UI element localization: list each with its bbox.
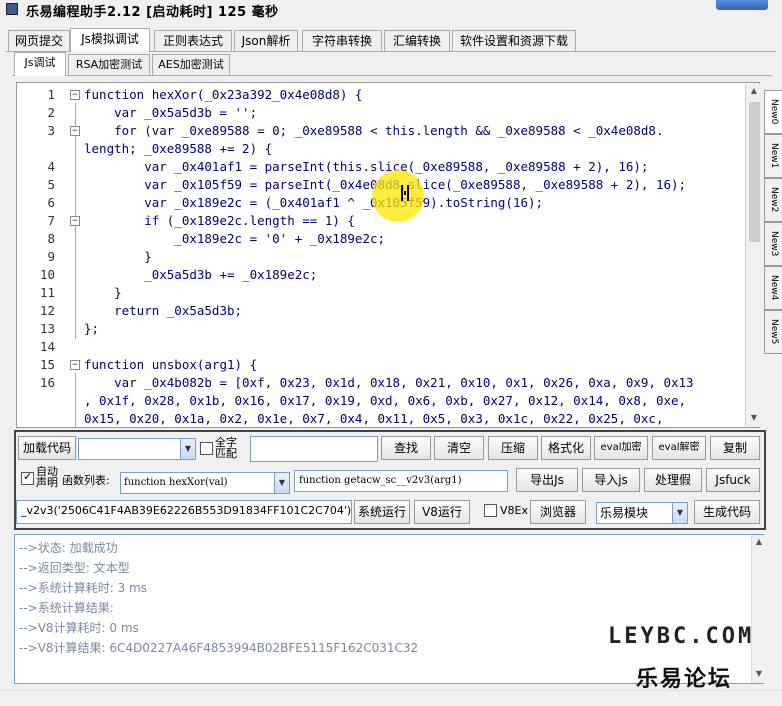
code-line: 9 } xyxy=(47,249,152,264)
side-tab-new2[interactable]: New2 xyxy=(764,178,782,222)
code-line: 16 var _0x4b082b = [0xf, 0x23, 0x1d, 0x1… xyxy=(39,375,694,390)
code-line: 14 xyxy=(39,339,55,354)
tab-regex[interactable]: 正则表达式 xyxy=(154,30,232,52)
v8ex-checkbox[interactable] xyxy=(484,504,497,517)
output-line: -->系统计算耗时: 3 ms xyxy=(19,581,147,595)
code-line: 10 _0x5a5d3b += _0x189e2c; xyxy=(39,267,318,282)
full-match-label: 全字匹配 xyxy=(215,436,237,460)
title-bar: 乐易编程助手2.12 [启动耗时] 125 毫秒 xyxy=(0,0,782,20)
clear-button[interactable]: 清空 xyxy=(434,436,484,460)
eval-encrypt-button[interactable]: eval加密 xyxy=(594,436,648,460)
text-cursor-icon xyxy=(401,185,409,201)
system-run-button[interactable]: 系统运行 xyxy=(354,500,410,524)
compress-button[interactable]: 压缩 xyxy=(488,436,538,460)
code-line: 4 var _0x401af1 = parseInt(this.slice(_0… xyxy=(47,159,649,174)
side-tab-new5[interactable]: New5 xyxy=(764,310,782,354)
format-button[interactable]: 格式化 xyxy=(541,436,591,460)
tab-rsa[interactable]: RSA加密测试 xyxy=(68,54,150,76)
full-match-checkbox[interactable] xyxy=(200,442,213,455)
copy-button[interactable]: 复制 xyxy=(710,436,760,460)
code-line: 1− function hexXor(_0x23a392_0x4e08d8) { xyxy=(47,87,363,102)
output-scrollbar[interactable]: ▲ ▼ xyxy=(751,535,764,683)
browser-button[interactable]: 浏览器 xyxy=(530,500,586,524)
fold-toggle-icon[interactable]: − xyxy=(70,90,80,100)
watermark-forum: 乐易论坛 xyxy=(636,667,733,692)
output-line: -->状态: 加载成功 xyxy=(19,541,118,555)
code-line: 12 return _0x5a5d3b; xyxy=(39,303,243,318)
code-line: 8 _0x189e2c = '0' + _0x189e2c; xyxy=(47,231,386,246)
function-list-select[interactable]: function hexXor(val) ▼ xyxy=(120,472,290,494)
search-input[interactable] xyxy=(250,436,378,462)
expression-input[interactable]: _v2v3('2506C41F4AB39E62226B553D91834FF10… xyxy=(16,500,352,524)
code-select[interactable]: ▼ xyxy=(78,438,196,460)
tab-settings[interactable]: 软件设置和资源下载 xyxy=(452,30,576,52)
side-tab-new0[interactable]: New0 xyxy=(764,90,782,134)
code-line: 13}; xyxy=(39,321,100,336)
output-line: -->系统计算结果: xyxy=(19,601,114,615)
module-select[interactable]: 乐易模块 ▼ xyxy=(596,502,688,524)
dropdown-icon: ▼ xyxy=(180,439,195,459)
export-js-button[interactable]: 导出Js xyxy=(516,468,578,492)
auto-declare-label: 自动声明 xyxy=(36,465,58,489)
window-title: 乐易编程助手2.12 [启动耗时] 125 毫秒 xyxy=(26,5,279,20)
code-line: 3− for (var _0xe89588 = 0; _0xe89588 < t… xyxy=(47,123,664,138)
import-js-button[interactable]: 导入js xyxy=(582,468,640,492)
code-line: 11 } xyxy=(39,285,122,300)
subtab-divider xyxy=(12,75,772,76)
code-lines: 1− function hexXor(_0x23a392_0x4e08d8) { … xyxy=(17,86,747,427)
cursor-highlight xyxy=(372,170,424,222)
tab-js-test[interactable]: Js调试 xyxy=(14,52,66,76)
scroll-down-icon[interactable]: ▼ xyxy=(753,669,765,681)
auto-declare-checkbox[interactable] xyxy=(21,470,34,485)
function-call-input[interactable]: function getacw_sc__v2v3(arg1) xyxy=(294,470,508,492)
fold-toggle-icon[interactable]: − xyxy=(70,126,80,136)
code-line: length; _0xe89588 += 2) { xyxy=(84,141,273,156)
generate-code-button[interactable]: 生成代码 xyxy=(694,500,760,524)
tab-web-submit[interactable]: 网页提交 xyxy=(8,30,70,52)
watermark-site: LEYBC.COM xyxy=(608,624,755,649)
tab-string-convert[interactable]: 字符串转换 xyxy=(302,30,382,52)
v8ex-label: V8Ex xyxy=(500,504,528,517)
tab-json[interactable]: Json解析 xyxy=(234,30,298,52)
side-tab-new1[interactable]: New1 xyxy=(764,134,782,178)
handle-fake-button[interactable]: 处理假 xyxy=(644,468,702,492)
code-line: 0x15, 0x20, 0x1a, 0x2, 0x1e, 0x7, 0x4, 0… xyxy=(84,411,664,426)
side-tab-new4[interactable]: New4 xyxy=(764,266,782,310)
toolbar-panel: 加载代码 ▼ 全字匹配 查找 清空 压缩 格式化 eval加密 eval解密 复… xyxy=(14,430,766,530)
side-tab-new3[interactable]: New3 xyxy=(764,222,782,266)
eval-decrypt-button[interactable]: eval解密 xyxy=(652,436,706,460)
code-editor[interactable]: 1− function hexXor(_0x23a392_0x4e08d8) { … xyxy=(16,82,760,428)
fold-toggle-icon[interactable]: − xyxy=(70,216,80,226)
jsfuck-button[interactable]: Jsfuck xyxy=(706,468,760,492)
output-line: -->返回类型: 文本型 xyxy=(19,561,130,575)
minimize-button[interactable] xyxy=(716,0,768,10)
fold-toggle-icon[interactable]: − xyxy=(70,360,80,370)
function-list-label: 函数列表: xyxy=(62,474,110,487)
scroll-down-icon[interactable]: ▼ xyxy=(748,413,760,425)
code-line: 15− function unsbox(arg1) { xyxy=(39,357,258,372)
dropdown-icon: ▼ xyxy=(274,473,289,493)
v8-run-button[interactable]: V8运行 xyxy=(414,500,470,524)
dropdown-icon: ▼ xyxy=(672,503,687,523)
editor-scrollbar[interactable]: ▲ ▼ xyxy=(745,84,762,427)
code-line: 2 var _0x5a5d3b = ''; xyxy=(47,105,258,120)
output-line: -->V8计算耗时: 0 ms xyxy=(19,621,139,635)
tab-asm-convert[interactable]: 汇编转换 xyxy=(384,30,450,52)
scroll-thumb[interactable] xyxy=(749,102,760,242)
find-button[interactable]: 查找 xyxy=(381,436,431,460)
tab-js-debug[interactable]: Js模拟调试 xyxy=(70,28,150,52)
tab-aes[interactable]: AES加密测试 xyxy=(152,54,230,76)
scroll-up-icon[interactable]: ▲ xyxy=(748,86,760,98)
code-line: , 0x1f, 0x28, 0x1b, 0x16, 0x17, 0x19, 0x… xyxy=(84,393,687,408)
status-bar xyxy=(0,690,782,706)
app-icon xyxy=(6,3,18,15)
load-code-button[interactable]: 加载代码 xyxy=(18,436,76,460)
scroll-up-icon[interactable]: ▲ xyxy=(753,537,765,549)
output-line: -->V8计算结果: 6C4D0227A46F4853994B02BFE5115… xyxy=(19,641,419,655)
